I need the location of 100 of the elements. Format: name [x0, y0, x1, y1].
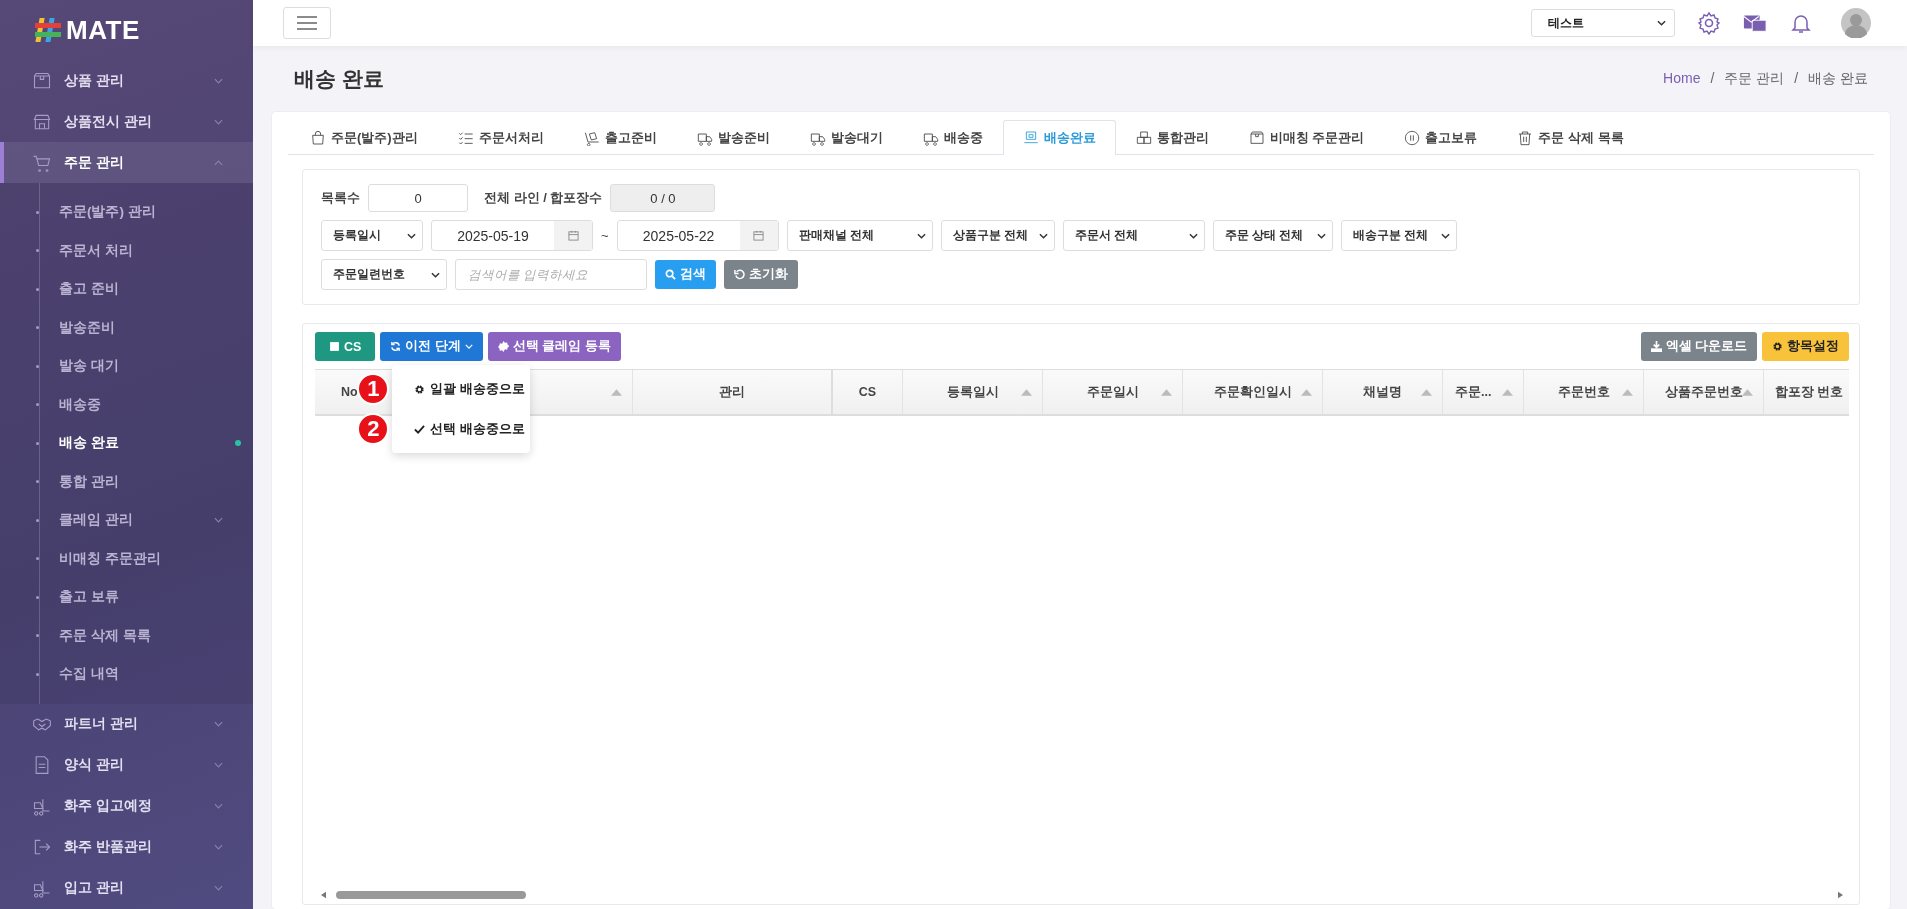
- column-header[interactable]: 관리: [633, 370, 833, 414]
- tab[interactable]: 주문서처리: [437, 120, 564, 155]
- chevron-icon: [214, 803, 223, 809]
- caret-icon: [464, 344, 473, 349]
- column-header[interactable]: 주문...: [1443, 370, 1524, 414]
- sidebar-item[interactable]: 수집 내역: [0, 655, 253, 694]
- sidebar-item[interactable]: 주문서 처리: [0, 231, 253, 270]
- caret-icon: [916, 232, 926, 239]
- sidebar-group-item[interactable]: 주문 관리: [0, 142, 253, 183]
- tab[interactable]: 통합관리: [1115, 120, 1229, 155]
- chevron-icon: [214, 77, 223, 84]
- caret-icon: [1038, 232, 1048, 239]
- column-header[interactable]: 상품주문번호: [1644, 370, 1764, 414]
- reset-button[interactable]: 초기화: [724, 260, 798, 289]
- claim-button[interactable]: 선택 클레임 등록: [487, 332, 621, 361]
- square-icon: [329, 341, 340, 352]
- column-header[interactable]: 등록일시: [903, 370, 1043, 414]
- column-header[interactable]: 주문확인일시: [1183, 370, 1323, 414]
- truck-icon: [696, 130, 713, 146]
- sidebar-item[interactable]: 배송중: [0, 385, 253, 424]
- search-icon: [665, 269, 676, 280]
- sidebar-item[interactable]: 배송 완료: [0, 424, 253, 463]
- sidebar-item[interactable]: 출고 보류: [0, 578, 253, 617]
- filter-select[interactable]: 주문 상태 전체: [1212, 220, 1333, 251]
- caret-icon: [1316, 232, 1326, 239]
- check-icon: [414, 423, 426, 435]
- tab[interactable]: 출고준비: [563, 120, 677, 155]
- sidebar-group-item[interactable]: 화주 반품관리: [0, 826, 253, 868]
- sidebar-item[interactable]: 클레임 관리: [0, 501, 253, 540]
- breadcrumb-separator: /: [1794, 70, 1799, 88]
- logo-text: MATE: [66, 14, 140, 46]
- box-icon: [1248, 130, 1265, 146]
- menu-icon: [297, 16, 317, 30]
- column-settings-button[interactable]: 항목설정: [1762, 332, 1849, 361]
- filter-select[interactable]: 주문서 전체: [1062, 220, 1205, 251]
- sort-icon[interactable]: [1622, 389, 1633, 396]
- sort-icon[interactable]: [1021, 389, 1032, 396]
- tab[interactable]: 주문(발주)관리: [290, 120, 438, 155]
- tab[interactable]: 주문 삭제 목록: [1497, 120, 1644, 155]
- sidebar-group-item[interactable]: 양식 관리: [0, 744, 253, 786]
- range-separator: ~: [601, 228, 609, 243]
- cs-button[interactable]: CS: [315, 332, 376, 361]
- sidebar-item[interactable]: 주문(발주) 관리: [0, 193, 253, 232]
- field-label: 전체 라인 / 합포장수: [484, 189, 603, 207]
- tab[interactable]: 발송준비: [676, 120, 790, 155]
- excel-download-button[interactable]: 엑셀 다운로드: [1640, 332, 1757, 361]
- breadcrumb-item[interactable]: Home: [1663, 70, 1701, 88]
- tab[interactable]: 발송대기: [789, 120, 903, 155]
- download-icon: [1650, 341, 1662, 352]
- sort-icon[interactable]: [1161, 389, 1172, 396]
- count-field[interactable]: 0: [368, 184, 468, 212]
- filter-select[interactable]: 판매채널 전체: [786, 220, 933, 251]
- filter-select[interactable]: 배송구분 전체: [1340, 220, 1457, 251]
- filter-select[interactable]: 상품구분 전체: [940, 220, 1055, 251]
- previous-step-button[interactable]: 이전 단계: [380, 332, 483, 361]
- sidebar-item[interactable]: 비매칭 주문관리: [0, 539, 253, 578]
- sidebar-item[interactable]: 출고 준비: [0, 270, 253, 309]
- column-header[interactable]: 채널명: [1323, 370, 1443, 414]
- settings-icon[interactable]: [1697, 11, 1721, 35]
- sidebar-item[interactable]: 발송준비: [0, 308, 253, 347]
- sidebar-item[interactable]: 주문 삭제 목록: [0, 616, 253, 655]
- calendar-icon: [753, 230, 765, 241]
- sidebar-group-item[interactable]: 파트너 관리: [0, 703, 253, 745]
- company-select[interactable]: 테스트: [1531, 9, 1675, 37]
- search-type-select[interactable]: 주문일련번호: [321, 259, 447, 290]
- breadcrumb-item[interactable]: 주문 관리: [1724, 70, 1785, 88]
- avatar-icon[interactable]: [1841, 8, 1871, 38]
- sidebar-item[interactable]: 발송 대기: [0, 347, 253, 386]
- date-field[interactable]: 2025-05-19: [431, 220, 593, 251]
- sidebar-group-item[interactable]: 입고 관리: [0, 867, 253, 909]
- caret-icon: [431, 271, 440, 278]
- menu-item[interactable]: 선택 배송중으로: [392, 414, 531, 444]
- sort-icon[interactable]: [1301, 389, 1312, 396]
- sidebar-item[interactable]: 통합 관리: [0, 462, 253, 501]
- column-header[interactable]: 주문일시: [1043, 370, 1183, 414]
- date-field[interactable]: 2025-05-22: [616, 220, 779, 251]
- menu-item[interactable]: 일괄 배송중으로: [392, 374, 531, 404]
- sort-icon[interactable]: [1421, 389, 1432, 396]
- tab[interactable]: 비매칭 주문관리: [1228, 120, 1385, 155]
- sidebar-group-item[interactable]: 상품 관리: [0, 60, 253, 101]
- search-field[interactable]: 검색어를 입력하세요: [455, 259, 647, 290]
- sidebar-group-item[interactable]: 화주 입고예정: [0, 785, 253, 827]
- scroll-left-icon[interactable]: [321, 891, 326, 899]
- pause-icon: [1404, 130, 1421, 146]
- date-type-select[interactable]: 등록일시: [321, 220, 423, 251]
- page-title: 배송 완료: [294, 66, 384, 92]
- dolly-icon: [583, 130, 600, 146]
- tab[interactable]: 출고보류: [1384, 120, 1498, 155]
- column-header[interactable]: 합포장 번호: [1764, 370, 1854, 414]
- scroll-right-icon[interactable]: [1838, 891, 1843, 899]
- column-header[interactable]: CS: [833, 370, 903, 414]
- sort-icon[interactable]: [1502, 389, 1513, 396]
- breadcrumb-separator: /: [1710, 70, 1715, 88]
- sidebar-group-item[interactable]: 상품전시 관리: [0, 101, 253, 142]
- sort-icon[interactable]: [1742, 389, 1753, 396]
- column-header[interactable]: 주문번호: [1524, 370, 1644, 414]
- menu-button[interactable]: [283, 7, 331, 39]
- bag-icon: [310, 130, 326, 146]
- tab[interactable]: 배송중: [902, 120, 1003, 155]
- sort-icon[interactable]: [611, 389, 622, 396]
